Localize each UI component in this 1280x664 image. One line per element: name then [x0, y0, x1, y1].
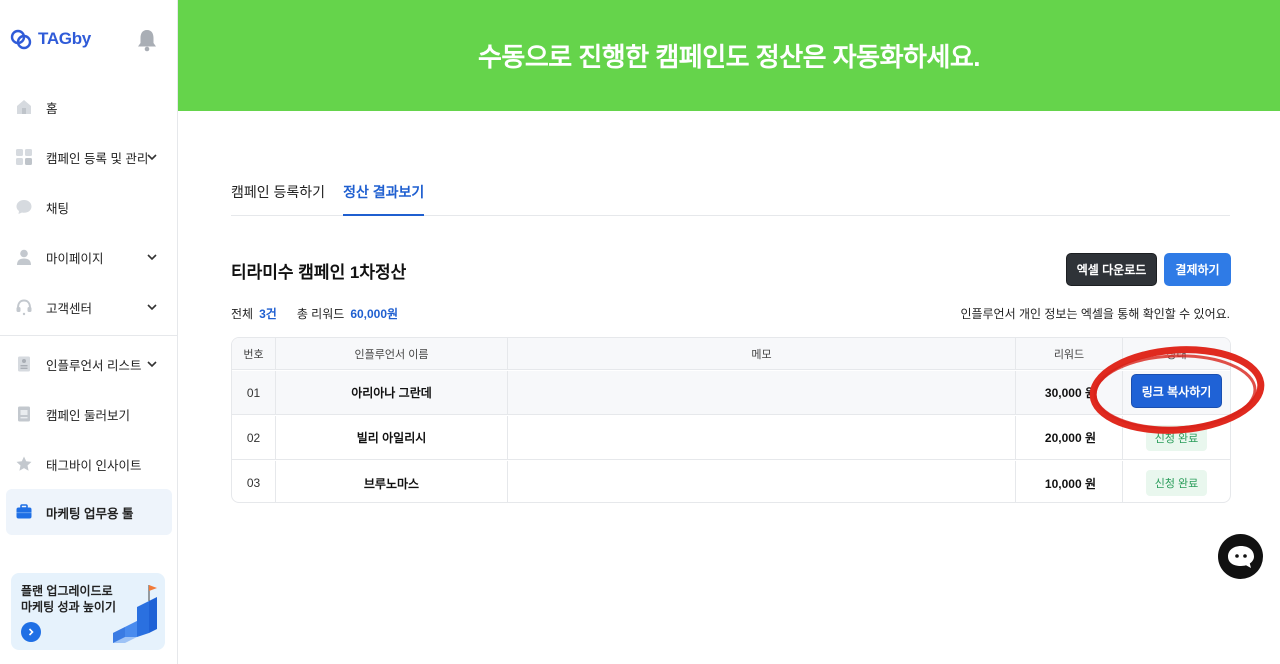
sidebar-divider [0, 335, 178, 336]
memo-cell[interactable] [508, 416, 1016, 459]
table-row[interactable]: 01 아리아나 그란데 30,000 원 [232, 371, 1230, 415]
top-banner: 수동으로 진행한 캠페인도 정산은 자동화하세요. [178, 0, 1280, 111]
chevron-down-icon [147, 361, 157, 368]
sidebar-item-influencer-list[interactable]: 인플루언서 리스트 [0, 339, 178, 389]
promo-arrow-button[interactable] [21, 622, 41, 642]
sidebar-item-label: 인플루언서 리스트 [46, 358, 142, 373]
copy-link-button[interactable]: 링크 복사하기 [1131, 374, 1222, 408]
pay-button[interactable]: 결제하기 [1164, 253, 1231, 286]
sidebar-item-label: 마이페이지 [46, 251, 104, 266]
upgrade-promo-card[interactable]: 플랜 업그레이드로 마케팅 성과 높이기 [11, 573, 165, 650]
sidebar-item-chat[interactable]: 채팅 [0, 182, 178, 232]
app-root: TAGby 홈 캠페인 등록 및 관리 채팅 마이페이지 고객센터 인플루언서 … [0, 0, 1280, 664]
status-cell: 신청 완료 [1123, 461, 1230, 502]
settlement-table: 번호 인플루언서 이름 메모 리워드 상태 01 아리아나 그란데 30,000… [231, 337, 1231, 503]
chat-fab-button[interactable] [1218, 534, 1263, 579]
star-icon [14, 454, 34, 474]
sidebar-item-marketing-tool[interactable]: 마케팅 업무용 툴 [6, 489, 172, 535]
excel-download-button[interactable]: 엑셀 다운로드 [1066, 253, 1157, 286]
tab-settlement-results[interactable]: 정산 결과보기 [343, 168, 425, 216]
sidebar-item-mypage[interactable]: 마이페이지 [0, 232, 178, 282]
logo[interactable]: TAGby [8, 26, 91, 52]
user-icon [14, 247, 34, 267]
row-number: 01 [232, 371, 276, 414]
column-header-name: 인플루언서 이름 [276, 338, 508, 369]
status-badge: 신청 완료 [1145, 424, 1208, 451]
chat-face-icon [1227, 545, 1254, 568]
reward-cell: 20,000 원 [1016, 416, 1123, 459]
chevron-down-icon [147, 254, 157, 261]
sidebar-item-label: 캠페인 둘러보기 [46, 408, 130, 423]
home-icon [14, 97, 34, 117]
sidebar-item-label: 마케팅 업무용 툴 [46, 506, 134, 521]
sidebar-item-label: 캠페인 등록 및 관리 [46, 151, 149, 166]
privacy-notice: 인플루언서 개인 정보는 엑셀을 통해 확인할 수 있어요. [960, 307, 1230, 321]
tagby-logo-icon [10, 29, 32, 50]
banner-text: 수동으로 진행한 캠페인도 정산은 자동화하세요. [477, 42, 981, 72]
sidebar-item-label: 채팅 [46, 201, 70, 216]
memo-cell[interactable] [508, 461, 1016, 502]
reward-cell: 10,000 원 [1016, 461, 1123, 502]
sidebar-item-browse-campaigns[interactable]: 캠페인 둘러보기 [0, 389, 178, 439]
list-icon [14, 354, 34, 374]
column-header-status: 상태 [1166, 348, 1187, 361]
chevron-right-icon [28, 628, 34, 636]
influencer-name: 브루노마스 [276, 461, 508, 502]
column-header-memo: 메모 [508, 338, 1016, 369]
table-header-row: 번호 인플루언서 이름 메모 리워드 상태 [232, 338, 1230, 370]
sidebar-item-label: 홈 [46, 101, 58, 116]
sidebar: TAGby 홈 캠페인 등록 및 관리 채팅 마이페이지 고객센터 인플루언서 … [0, 0, 178, 664]
logo-text: TAGby [38, 29, 91, 48]
sidebar-item-campaign-manage[interactable]: 캠페인 등록 및 관리 [0, 132, 178, 182]
sidebar-item-home[interactable]: 홈 [0, 82, 178, 132]
settlement-title: 티라미수 캠페인 1차정산 [231, 263, 407, 282]
status-badge: 신청 완료 [1145, 470, 1208, 496]
table-row[interactable]: 02 빌리 아일리시 20,000 원 신청 완료 [232, 416, 1230, 460]
status-cell: 신청 완료 [1123, 416, 1230, 459]
row-number: 02 [232, 416, 276, 459]
influencer-name: 아리아나 그란데 [276, 371, 508, 414]
grid-icon [14, 147, 34, 167]
bell-icon[interactable] [136, 28, 158, 52]
chevron-down-icon [147, 154, 157, 161]
row-number: 03 [232, 461, 276, 502]
table-row[interactable]: 03 브루노마스 10,000 원 신청 완료 [232, 461, 1230, 502]
column-header-no: 번호 [232, 338, 276, 369]
memo-cell[interactable] [508, 371, 1016, 414]
chat-bubble-icon [14, 197, 34, 217]
document-icon [14, 404, 34, 424]
growth-stairs-icon [113, 585, 157, 643]
column-header-reward: 리워드 [1016, 338, 1123, 369]
tab-bar: 캠페인 등록하기 정산 결과보기 [231, 168, 1230, 216]
sidebar-item-label: 태그바이 인사이트 [46, 458, 142, 473]
briefcase-icon [14, 502, 34, 522]
sidebar-item-insight[interactable]: 태그바이 인사이트 [0, 439, 178, 489]
influencer-name: 빌리 아일리시 [276, 416, 508, 459]
reward-cell: 30,000 원 [1016, 371, 1123, 414]
tab-campaign-register[interactable]: 캠페인 등록하기 [231, 168, 325, 216]
